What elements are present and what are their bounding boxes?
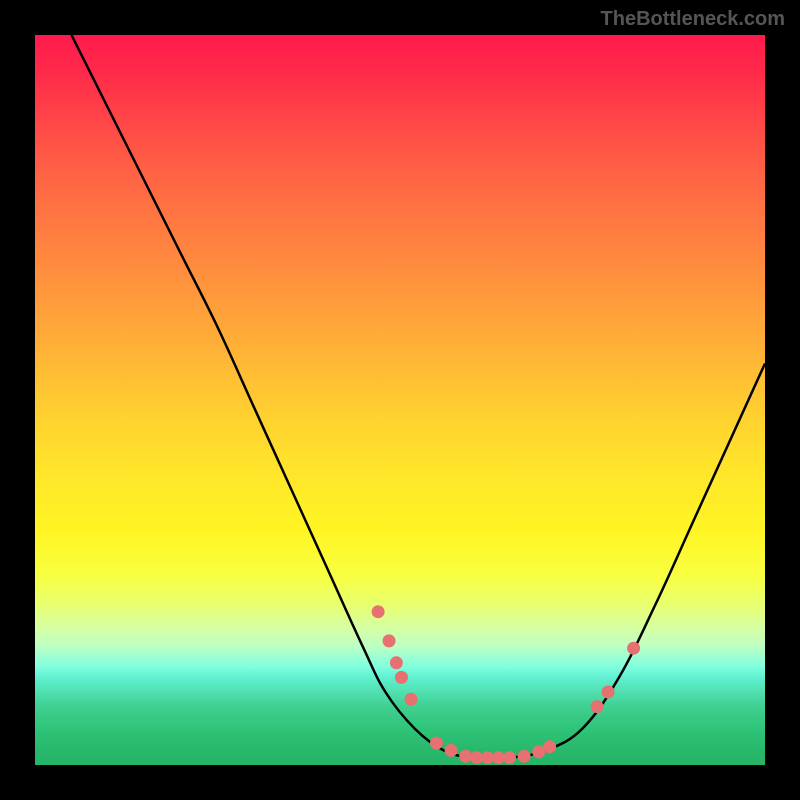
data-marker <box>602 686 615 699</box>
chart-plot-area <box>35 35 765 765</box>
data-marker <box>372 605 385 618</box>
data-marker <box>430 737 443 750</box>
bottleneck-curve <box>72 35 766 759</box>
data-marker <box>518 750 531 763</box>
data-marker <box>395 671 408 684</box>
data-marker <box>543 740 556 753</box>
data-markers <box>372 605 640 764</box>
data-marker <box>445 744 458 757</box>
watermark-text: TheBottleneck.com <box>601 8 785 31</box>
data-marker <box>459 750 472 763</box>
data-marker <box>383 634 396 647</box>
data-marker <box>404 693 417 706</box>
chart-svg <box>35 35 765 765</box>
data-marker <box>627 642 640 655</box>
data-marker <box>503 751 516 764</box>
data-marker <box>390 656 403 669</box>
data-marker <box>591 700 604 713</box>
